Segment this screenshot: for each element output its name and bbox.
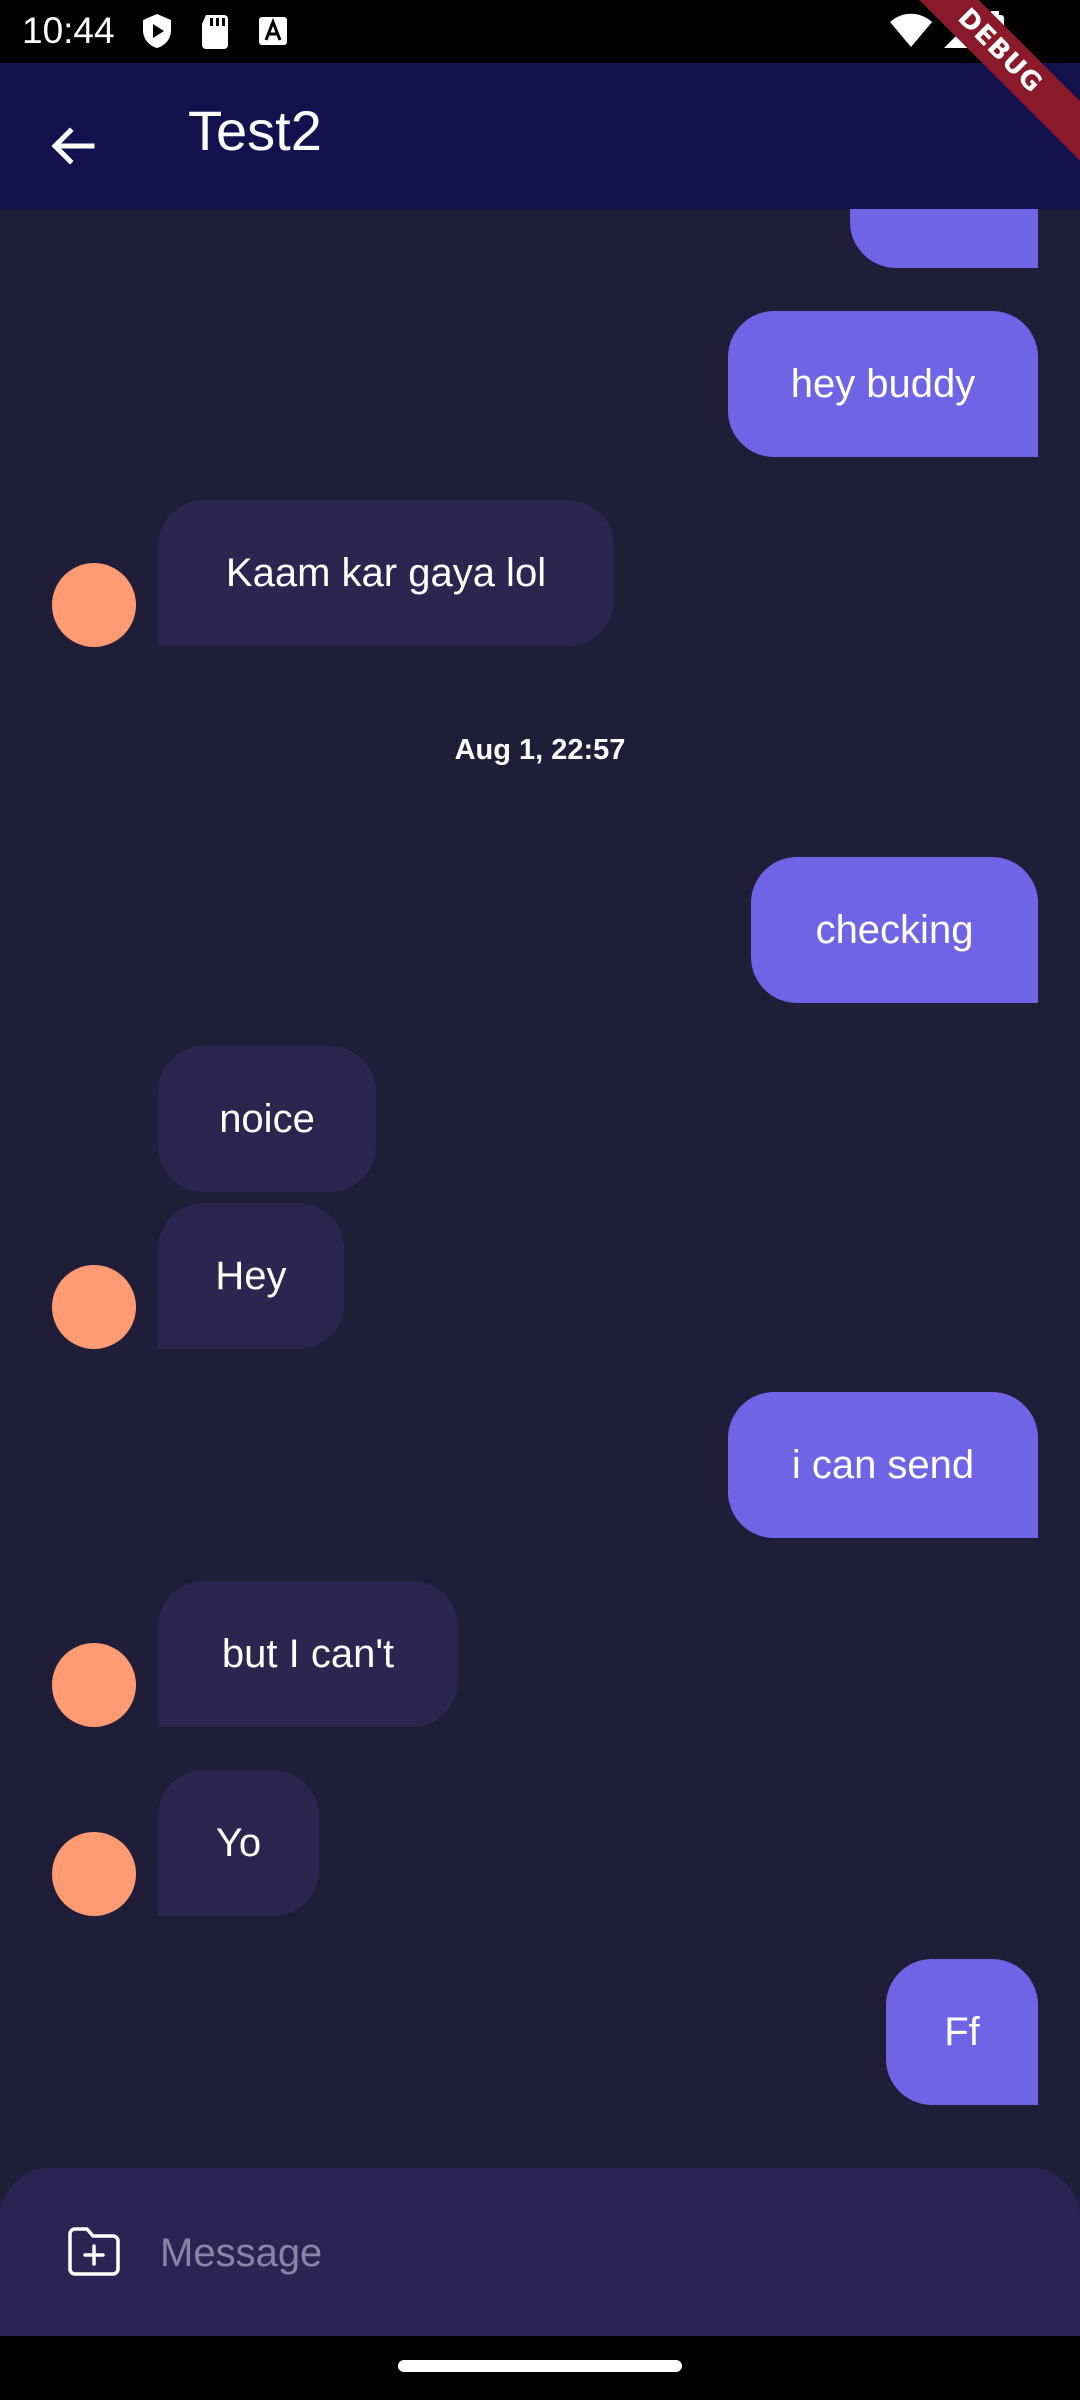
composer-bar [0, 2168, 1080, 2336]
message-text: Yo [215, 1820, 262, 1865]
message-text: i can send [791, 1442, 975, 1487]
home-indicator[interactable] [398, 2360, 682, 2372]
folder-add-icon [68, 2227, 120, 2276]
message-input[interactable] [160, 2208, 1040, 2298]
message-text: Kaam kar gaya lol [225, 550, 547, 595]
avatar[interactable] [52, 1265, 136, 1349]
message-text: but I can't [221, 1631, 395, 1676]
message-bubble-received[interactable]: but I can't [158, 1581, 458, 1727]
status-time: 10:44 [22, 10, 115, 51]
chat-screen: 10:44 DEBUG Test2 hey buddy Kaam kar gay… [0, 0, 1080, 2400]
avatar[interactable] [52, 563, 136, 647]
message-bubble-sent[interactable]: hey buddy [728, 311, 1038, 457]
message-text: Hey [215, 1253, 287, 1298]
avatar[interactable] [52, 1832, 136, 1916]
message-bubble-received[interactable]: Yo [158, 1770, 319, 1916]
font-a-icon [259, 17, 287, 45]
message-bubble-received[interactable]: noice [158, 1046, 376, 1192]
sd-card-icon [202, 15, 228, 49]
message-text: hey buddy [790, 361, 976, 406]
message-bubble-sent[interactable]: Ff [886, 1959, 1038, 2105]
page-title: Test2 [188, 99, 322, 162]
arrow-left-icon [51, 127, 95, 165]
app-bar: Test2 [0, 63, 1080, 209]
message-bubble-received[interactable]: Hey [158, 1203, 344, 1349]
avatar[interactable] [52, 1643, 136, 1727]
status-bar: 10:44 [0, 0, 1080, 63]
date-separator: Aug 1, 22:57 [454, 734, 626, 766]
message-text: noice [219, 1096, 315, 1141]
message-bubble-received[interactable]: Kaam kar gaya lol [158, 500, 614, 646]
wifi-icon [890, 13, 932, 47]
attach-button[interactable] [60, 2218, 128, 2286]
message-text: checking [815, 907, 974, 952]
message-text: Ff [944, 2009, 980, 2054]
message-bubble-sent[interactable]: i can send [728, 1392, 1038, 1538]
back-button[interactable] [30, 103, 116, 189]
message-bubble-sent[interactable]: checking [751, 857, 1038, 1003]
navigation-bar [0, 2336, 1080, 2400]
shield-play-icon [143, 14, 171, 48]
